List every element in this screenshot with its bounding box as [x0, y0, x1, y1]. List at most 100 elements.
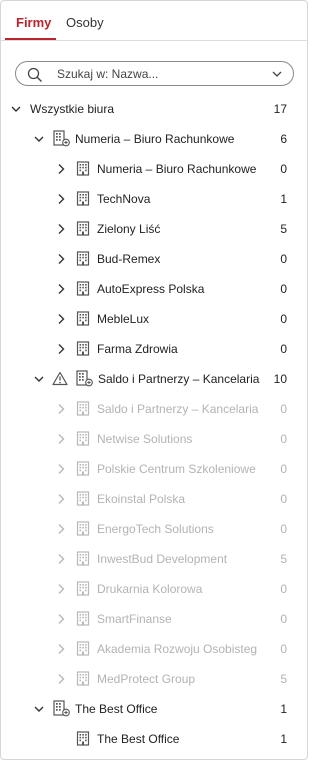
tree-item-count: 0 — [280, 492, 287, 506]
chevron-right-icon[interactable] — [55, 643, 67, 658]
chevron-right-icon[interactable] — [55, 253, 67, 268]
tree-item[interactable]: AutoExpress Polska 0 — [1, 274, 307, 304]
building-icon — [76, 191, 90, 209]
search-icon — [27, 67, 42, 82]
chevron-right-icon[interactable] — [55, 673, 67, 688]
office-group-icon — [76, 370, 93, 390]
tree-item-count: 0 — [280, 462, 287, 476]
building-icon — [76, 641, 90, 659]
tree-item-label: SmartFinanse — [97, 612, 172, 626]
chevron-right-icon[interactable] — [55, 163, 67, 178]
chevron-right-icon[interactable] — [55, 523, 67, 538]
tree-item-label: The Best Office — [97, 732, 180, 746]
building-icon — [76, 611, 90, 629]
tree-item-label: Bud-Remex — [97, 252, 161, 266]
tree-item-count: 0 — [280, 522, 287, 536]
tree-item[interactable]: Farma Zdrowia 0 — [1, 334, 307, 364]
tree-item-count: 0 — [280, 432, 287, 446]
tree-item-count: 0 — [280, 582, 287, 596]
company-tree-panel: Firmy Osoby Wszystkie biura 17 Numeria – B… — [0, 0, 308, 760]
building-icon — [76, 221, 90, 239]
tree-item-label: AutoExpress Polska — [97, 282, 205, 296]
chevron-right-icon[interactable] — [55, 343, 67, 358]
tree-item-count: 1 — [280, 192, 287, 206]
building-icon — [76, 341, 90, 359]
tree-item[interactable]: Akademia Rozwoju Osobisteg 0 — [1, 634, 307, 664]
tree-item[interactable]: MedProtect Group 5 — [1, 664, 307, 694]
tree-item-count: 0 — [280, 252, 287, 266]
tree-item[interactable]: SmartFinanse 0 — [1, 604, 307, 634]
tree-item[interactable]: Numeria – Biuro Rachunkowe 0 — [1, 154, 307, 184]
chevron-right-icon[interactable] — [55, 223, 67, 238]
tree-item[interactable]: EnergoTech Solutions 0 — [1, 514, 307, 544]
tree-item-label: MedProtect Group — [97, 672, 196, 686]
tree-item[interactable]: The Best Office 1 — [1, 724, 307, 754]
chevron-right-icon[interactable] — [55, 433, 67, 448]
tree-item-count: 5 — [280, 552, 287, 566]
tree-item-label: Ekoinstal Polska — [97, 492, 186, 506]
tree-item[interactable]: Wszystkie biura 17 — [1, 94, 307, 124]
tree-item[interactable]: Polskie Centrum Szkoleniowe 0 — [1, 454, 307, 484]
tree-item[interactable]: Drukarnia Kolorowa 0 — [1, 574, 307, 604]
chevron-right-icon[interactable] — [55, 193, 67, 208]
tree-item-count: 0 — [280, 402, 287, 416]
tab-bar: Firmy Osoby — [1, 1, 307, 41]
tree-item[interactable]: Zielony Liść 5 — [1, 214, 307, 244]
chevron-down-icon[interactable] — [33, 373, 45, 388]
tree-item[interactable]: Netwise Solutions 0 — [1, 424, 307, 454]
tree-item[interactable]: Numeria – Biuro Rachunkowe 6 — [1, 124, 307, 154]
chevron-down-icon[interactable] — [272, 71, 282, 77]
chevron-right-icon[interactable] — [55, 613, 67, 628]
tree-item-label: Drukarnia Kolorowa — [97, 582, 203, 596]
chevron-right-icon[interactable] — [55, 583, 67, 598]
tab-osoby[interactable]: Osoby — [66, 15, 104, 30]
tree-item-label: Saldo i Partnerzy – Kancelaria — [98, 372, 260, 386]
tree-item-count: 1 — [280, 732, 287, 746]
tree-item[interactable]: MebleLux 0 — [1, 304, 307, 334]
search-box[interactable] — [15, 61, 294, 86]
tab-firmy[interactable]: Firmy — [16, 15, 51, 30]
office-group-icon — [53, 130, 70, 150]
tree-item-label: Saldo i Partnerzy – Kancelaria — [97, 402, 259, 416]
tree-item-label: TechNova — [97, 192, 151, 206]
building-icon — [76, 311, 90, 329]
search-input[interactable] — [57, 66, 257, 82]
active-tab-indicator — [5, 38, 56, 40]
tree-item-count: 6 — [280, 132, 287, 146]
tree-item-label: Akademia Rozwoju Osobisteg — [97, 642, 258, 656]
building-icon — [76, 491, 90, 509]
building-icon — [76, 461, 90, 479]
chevron-right-icon[interactable] — [55, 463, 67, 478]
chevron-right-icon[interactable] — [55, 283, 67, 298]
tree-item[interactable]: InwestBud Development 5 — [1, 544, 307, 574]
tree-item[interactable]: Saldo i Partnerzy – Kancelaria 0 — [1, 394, 307, 424]
chevron-right-icon[interactable] — [55, 553, 67, 568]
tree-item[interactable]: Bud-Remex 0 — [1, 244, 307, 274]
tree-item-count: 5 — [280, 222, 287, 236]
tree-item-count: 17 — [273, 102, 287, 116]
building-icon — [76, 251, 90, 269]
office-group-icon — [53, 700, 70, 720]
chevron-right-icon[interactable] — [55, 493, 67, 508]
tree-item-count: 1 — [280, 702, 287, 716]
tree-item[interactable]: TechNova 1 — [1, 184, 307, 214]
building-icon — [76, 551, 90, 569]
chevron-right-icon[interactable] — [55, 313, 67, 328]
chevron-down-icon[interactable] — [33, 133, 45, 148]
tree-item-count: 10 — [273, 372, 287, 386]
tree-item-count: 0 — [280, 162, 287, 176]
warning-icon — [52, 371, 68, 389]
tree-item-label: Polskie Centrum Szkoleniowe — [97, 462, 256, 476]
chevron-right-icon[interactable] — [55, 403, 67, 418]
building-icon — [76, 581, 90, 599]
chevron-down-icon[interactable] — [10, 103, 22, 118]
building-icon — [76, 281, 90, 299]
tree-item[interactable]: The Best Office 1 — [1, 694, 307, 724]
tree-item[interactable]: Saldo i Partnerzy – Kancelaria 10 — [1, 364, 307, 394]
building-icon — [76, 161, 90, 179]
building-icon — [76, 401, 90, 419]
tree-item-count: 0 — [280, 312, 287, 326]
chevron-down-icon[interactable] — [33, 703, 45, 718]
tree-item[interactable]: Ekoinstal Polska 0 — [1, 484, 307, 514]
tree-item-count: 0 — [280, 282, 287, 296]
